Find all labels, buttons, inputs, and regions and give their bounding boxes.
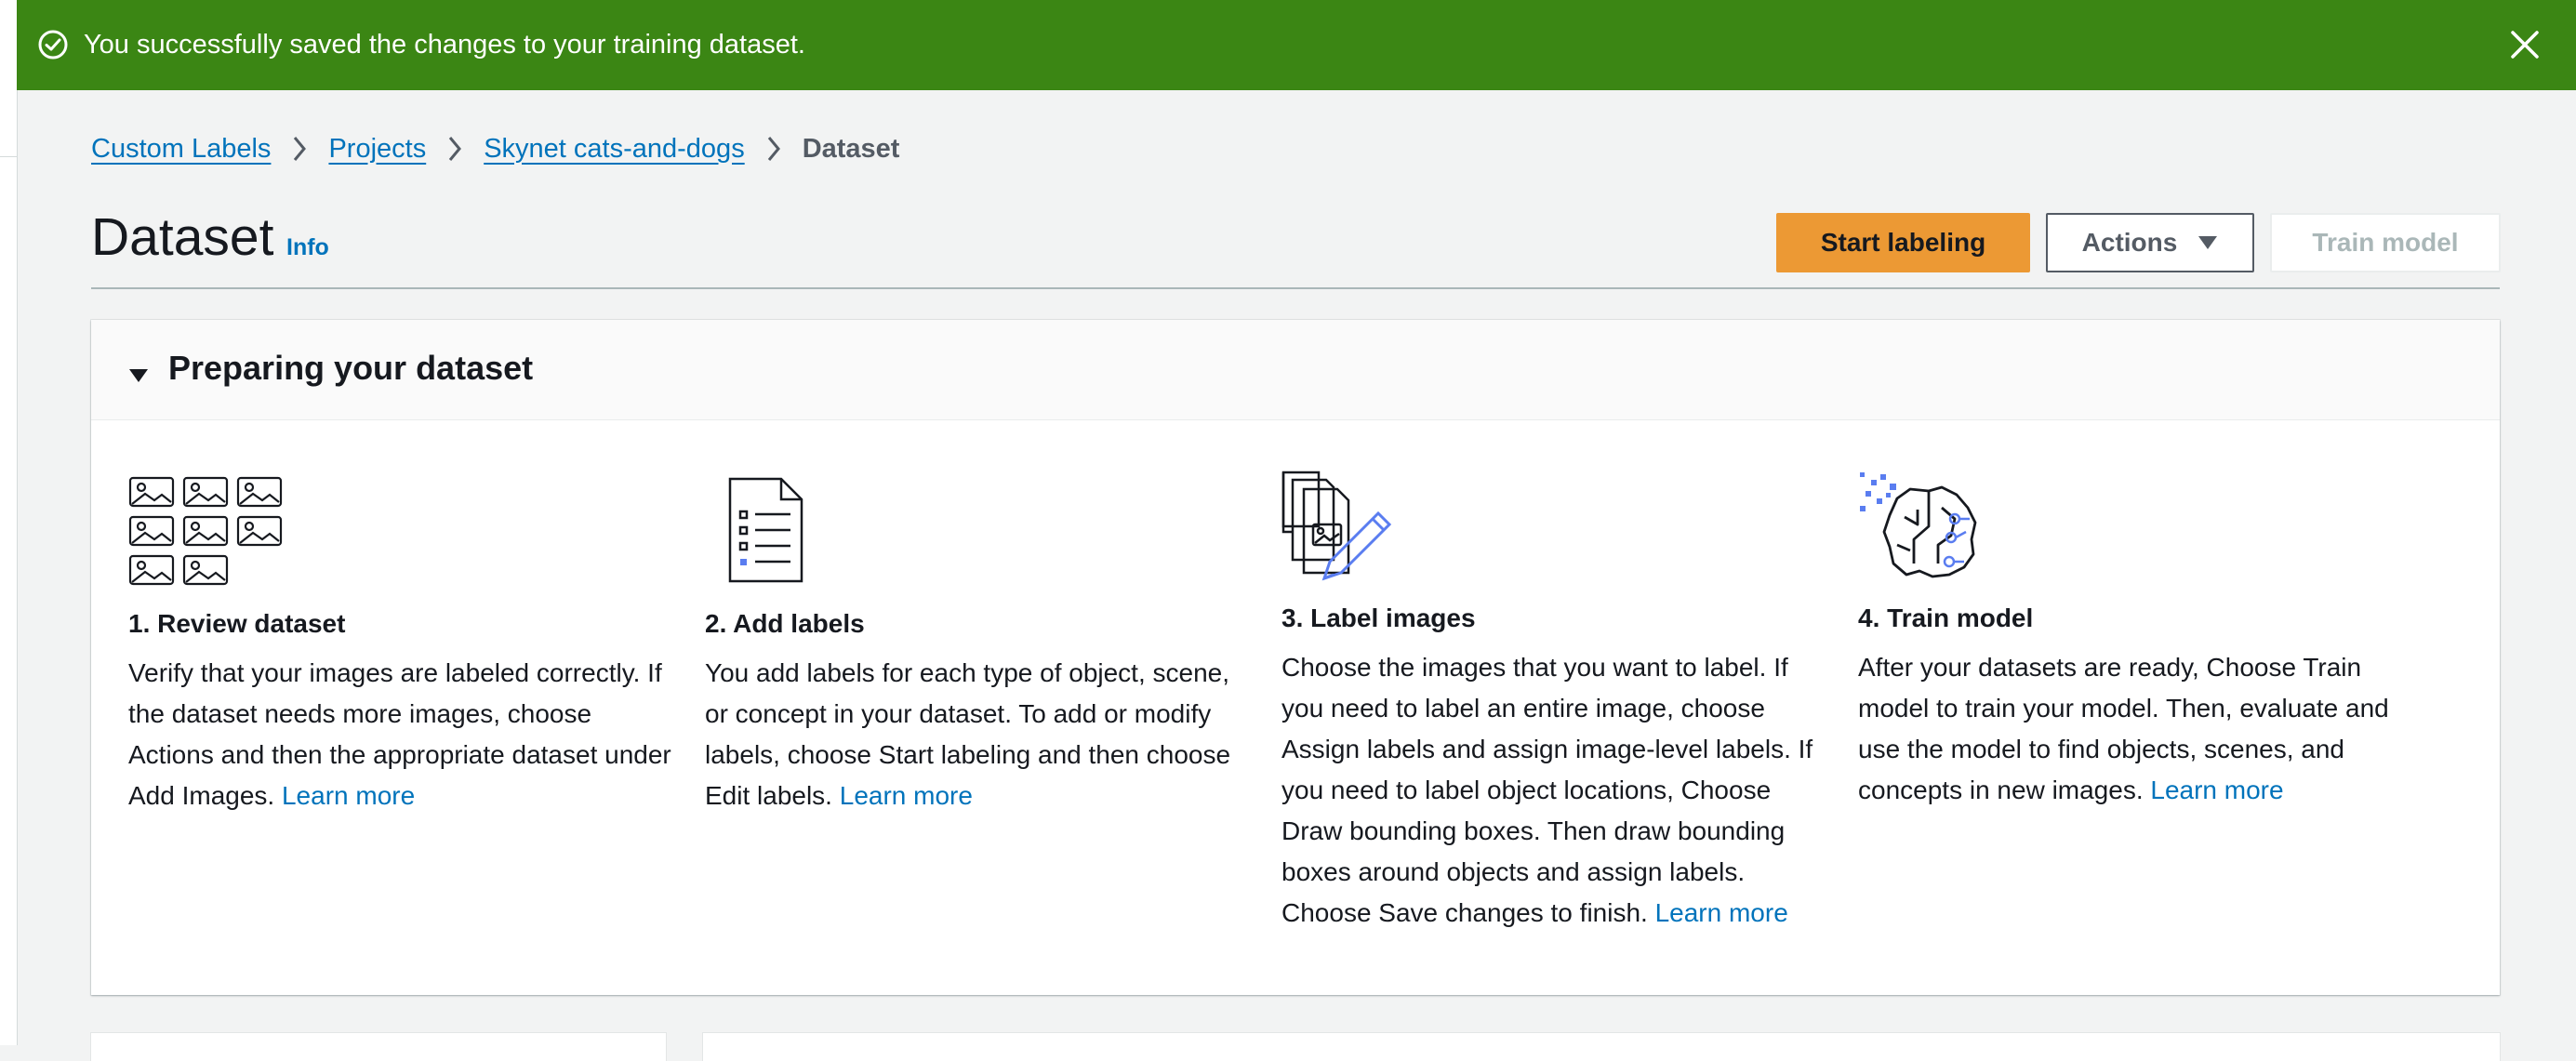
info-link[interactable]: Info [286, 234, 329, 261]
chevron-right-icon [271, 130, 328, 167]
side-navigation-strip [0, 0, 18, 1045]
page-title: Dataset [91, 207, 274, 267]
check-circle-icon [38, 30, 68, 60]
learn-more-link[interactable]: Learn more [2150, 776, 2283, 804]
step-description: Verify that your images are labeled corr… [128, 653, 672, 816]
step-title: 4. Train model [1858, 603, 2034, 632]
preparing-dataset-panel: Preparing your dataset 1. Review dataset [91, 320, 2500, 995]
lower-card-left [91, 1033, 666, 1061]
start-labeling-button[interactable]: Start labeling [1776, 213, 2030, 272]
lower-card-right [703, 1033, 2500, 1061]
step-body-text: After your datasets are ready, Choose Tr… [1858, 653, 2389, 804]
label-images-icon [1281, 471, 1392, 581]
start-labeling-label: Start labeling [1820, 228, 1986, 257]
chevron-right-icon [426, 130, 484, 167]
train-model-button[interactable]: Train model [2270, 213, 2501, 272]
caret-down-icon [129, 369, 148, 382]
document-list-icon [728, 477, 803, 583]
image-grid-icon [128, 476, 283, 586]
step-description: After your datasets are ready, Choose Tr… [1858, 647, 2402, 811]
breadcrumb: Custom Labels Projects Skynet cats-and-d… [91, 130, 899, 167]
step-title: 1. Review dataset [128, 609, 346, 638]
breadcrumb-custom-labels[interactable]: Custom Labels [91, 134, 271, 165]
train-model-label: Train model [2312, 228, 2459, 257]
flash-message: You successfully saved the changes to yo… [84, 30, 805, 60]
breadcrumb-projects[interactable]: Projects [328, 134, 426, 165]
success-flash-banner: You successfully saved the changes to yo… [17, 0, 2576, 90]
close-icon[interactable] [2509, 29, 2541, 60]
step-title: 3. Label images [1281, 603, 1476, 632]
step-title: 2. Add labels [705, 609, 865, 638]
learn-more-link[interactable]: Learn more [1655, 898, 1788, 927]
step-description: You add labels for each type of object, … [705, 653, 1249, 816]
learn-more-link[interactable]: Learn more [840, 781, 973, 810]
actions-dropdown-button[interactable]: Actions [2046, 213, 2254, 272]
panel-header-toggle[interactable]: Preparing your dataset [91, 320, 2500, 420]
step-body-text: Choose the images that you want to label… [1281, 653, 1813, 927]
breadcrumb-current: Dataset [802, 133, 900, 164]
chevron-right-icon [745, 130, 803, 167]
learn-more-link[interactable]: Learn more [282, 781, 415, 810]
actions-label: Actions [2081, 228, 2178, 257]
header-divider [91, 287, 2500, 289]
breadcrumb-project-name[interactable]: Skynet cats-and-dogs [484, 134, 744, 165]
panel-title: Preparing your dataset [168, 349, 534, 387]
caret-down-icon [2198, 236, 2218, 249]
brain-icon [1860, 472, 1977, 578]
step-description: Choose the images that you want to label… [1281, 647, 1826, 934]
